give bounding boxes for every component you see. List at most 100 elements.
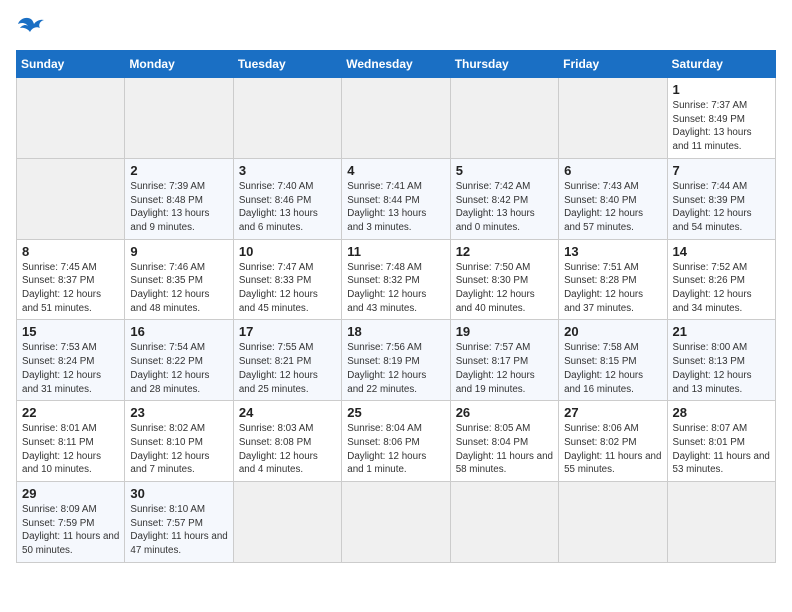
day-number: 19 [456,324,553,339]
day-header-sunday: Sunday [17,51,125,78]
day-info: Sunrise: 7:46 AM Sunset: 8:35 PM Dayligh… [130,261,227,316]
calendar-cell: 23 Sunrise: 8:02 AM Sunset: 8:10 PM Dayl… [125,401,233,482]
day-info: Sunrise: 8:03 AM Sunset: 8:08 PM Dayligh… [239,422,336,477]
day-info: Sunrise: 8:00 AM Sunset: 8:13 PM Dayligh… [673,341,770,396]
calendar-cell [450,78,558,159]
day-number: 5 [456,163,553,178]
day-info: Sunrise: 7:56 AM Sunset: 8:19 PM Dayligh… [347,341,444,396]
day-info: Sunrise: 7:53 AM Sunset: 8:24 PM Dayligh… [22,341,119,396]
calendar-cell: 6 Sunrise: 7:43 AM Sunset: 8:40 PM Dayli… [559,158,667,239]
day-number: 16 [130,324,227,339]
calendar-cell: 15 Sunrise: 7:53 AM Sunset: 8:24 PM Dayl… [17,320,125,401]
calendar-cell: 27 Sunrise: 8:06 AM Sunset: 8:02 PM Dayl… [559,401,667,482]
day-info: Sunrise: 8:01 AM Sunset: 8:11 PM Dayligh… [22,422,119,477]
calendar-cell: 1 Sunrise: 7:37 AM Sunset: 8:49 PM Dayli… [667,78,775,159]
day-info: Sunrise: 7:58 AM Sunset: 8:15 PM Dayligh… [564,341,661,396]
day-number: 3 [239,163,336,178]
day-info: Sunrise: 7:48 AM Sunset: 8:32 PM Dayligh… [347,261,444,316]
day-number: 29 [22,486,119,501]
day-number: 21 [673,324,770,339]
day-number: 20 [564,324,661,339]
day-header-friday: Friday [559,51,667,78]
day-number: 9 [130,244,227,259]
day-info: Sunrise: 7:47 AM Sunset: 8:33 PM Dayligh… [239,261,336,316]
day-number: 2 [130,163,227,178]
day-info: Sunrise: 7:41 AM Sunset: 8:44 PM Dayligh… [347,180,444,235]
day-header-tuesday: Tuesday [233,51,341,78]
day-number: 23 [130,405,227,420]
calendar-cell [559,482,667,563]
day-info: Sunrise: 7:52 AM Sunset: 8:26 PM Dayligh… [673,261,770,316]
calendar-cell [125,78,233,159]
day-number: 22 [22,405,119,420]
calendar: SundayMondayTuesdayWednesdayThursdayFrid… [16,50,776,563]
calendar-cell: 12 Sunrise: 7:50 AM Sunset: 8:30 PM Dayl… [450,239,558,320]
day-number: 18 [347,324,444,339]
day-number: 17 [239,324,336,339]
calendar-cell: 21 Sunrise: 8:00 AM Sunset: 8:13 PM Dayl… [667,320,775,401]
day-info: Sunrise: 7:43 AM Sunset: 8:40 PM Dayligh… [564,180,661,235]
calendar-cell [342,78,450,159]
day-info: Sunrise: 7:40 AM Sunset: 8:46 PM Dayligh… [239,180,336,235]
day-info: Sunrise: 8:10 AM Sunset: 7:57 PM Dayligh… [130,503,227,558]
calendar-cell [342,482,450,563]
calendar-cell: 3 Sunrise: 7:40 AM Sunset: 8:46 PM Dayli… [233,158,341,239]
calendar-cell: 5 Sunrise: 7:42 AM Sunset: 8:42 PM Dayli… [450,158,558,239]
day-number: 12 [456,244,553,259]
day-info: Sunrise: 7:39 AM Sunset: 8:48 PM Dayligh… [130,180,227,235]
calendar-cell: 24 Sunrise: 8:03 AM Sunset: 8:08 PM Dayl… [233,401,341,482]
day-header-thursday: Thursday [450,51,558,78]
day-info: Sunrise: 7:50 AM Sunset: 8:30 PM Dayligh… [456,261,553,316]
calendar-cell: 11 Sunrise: 7:48 AM Sunset: 8:32 PM Dayl… [342,239,450,320]
day-header-monday: Monday [125,51,233,78]
day-number: 14 [673,244,770,259]
day-number: 24 [239,405,336,420]
day-info: Sunrise: 7:55 AM Sunset: 8:21 PM Dayligh… [239,341,336,396]
day-info: Sunrise: 7:45 AM Sunset: 8:37 PM Dayligh… [22,261,119,316]
day-number: 13 [564,244,661,259]
day-number: 6 [564,163,661,178]
day-number: 8 [22,244,119,259]
day-info: Sunrise: 8:06 AM Sunset: 8:02 PM Dayligh… [564,422,661,477]
calendar-cell: 29 Sunrise: 8:09 AM Sunset: 7:59 PM Dayl… [17,482,125,563]
day-info: Sunrise: 8:04 AM Sunset: 8:06 PM Dayligh… [347,422,444,477]
logo [16,16,46,38]
day-number: 27 [564,405,661,420]
day-info: Sunrise: 8:05 AM Sunset: 8:04 PM Dayligh… [456,422,553,477]
day-info: Sunrise: 7:51 AM Sunset: 8:28 PM Dayligh… [564,261,661,316]
day-number: 15 [22,324,119,339]
calendar-cell: 26 Sunrise: 8:05 AM Sunset: 8:04 PM Dayl… [450,401,558,482]
calendar-cell: 14 Sunrise: 7:52 AM Sunset: 8:26 PM Dayl… [667,239,775,320]
page-header [16,16,776,38]
calendar-cell [667,482,775,563]
calendar-cell [233,482,341,563]
calendar-cell [450,482,558,563]
calendar-cell: 7 Sunrise: 7:44 AM Sunset: 8:39 PM Dayli… [667,158,775,239]
calendar-cell: 19 Sunrise: 7:57 AM Sunset: 8:17 PM Dayl… [450,320,558,401]
day-number: 26 [456,405,553,420]
day-number: 1 [673,82,770,97]
day-number: 7 [673,163,770,178]
day-header-wednesday: Wednesday [342,51,450,78]
calendar-cell: 9 Sunrise: 7:46 AM Sunset: 8:35 PM Dayli… [125,239,233,320]
calendar-cell [17,158,125,239]
calendar-cell [17,78,125,159]
calendar-cell: 22 Sunrise: 8:01 AM Sunset: 8:11 PM Dayl… [17,401,125,482]
calendar-cell [233,78,341,159]
calendar-cell [559,78,667,159]
day-number: 4 [347,163,444,178]
day-info: Sunrise: 7:54 AM Sunset: 8:22 PM Dayligh… [130,341,227,396]
calendar-cell: 8 Sunrise: 7:45 AM Sunset: 8:37 PM Dayli… [17,239,125,320]
day-number: 30 [130,486,227,501]
day-info: Sunrise: 7:37 AM Sunset: 8:49 PM Dayligh… [673,99,770,154]
day-number: 11 [347,244,444,259]
day-info: Sunrise: 7:42 AM Sunset: 8:42 PM Dayligh… [456,180,553,235]
calendar-cell: 16 Sunrise: 7:54 AM Sunset: 8:22 PM Dayl… [125,320,233,401]
day-info: Sunrise: 7:44 AM Sunset: 8:39 PM Dayligh… [673,180,770,235]
calendar-cell: 13 Sunrise: 7:51 AM Sunset: 8:28 PM Dayl… [559,239,667,320]
calendar-cell: 10 Sunrise: 7:47 AM Sunset: 8:33 PM Dayl… [233,239,341,320]
calendar-cell: 18 Sunrise: 7:56 AM Sunset: 8:19 PM Dayl… [342,320,450,401]
day-number: 25 [347,405,444,420]
day-info: Sunrise: 8:02 AM Sunset: 8:10 PM Dayligh… [130,422,227,477]
calendar-cell: 30 Sunrise: 8:10 AM Sunset: 7:57 PM Dayl… [125,482,233,563]
